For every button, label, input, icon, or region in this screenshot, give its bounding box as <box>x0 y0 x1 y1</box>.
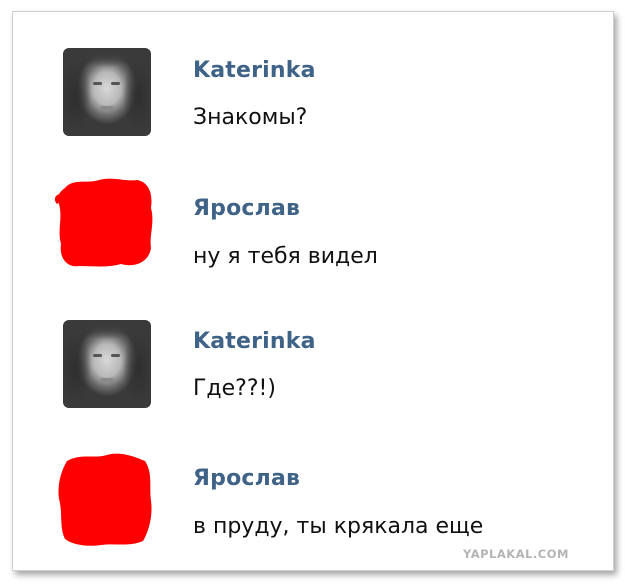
avatar-redacted <box>51 174 155 270</box>
message-author[interactable]: Ярослав <box>193 466 300 491</box>
avatar-photo <box>63 48 151 136</box>
message-text: в пруду, ты крякала еще <box>193 514 484 539</box>
message-author[interactable]: Katerinka <box>193 329 316 354</box>
redaction-scribble <box>54 178 153 267</box>
watermark: YAPLAKAL.COM <box>463 547 569 561</box>
avatar[interactable] <box>63 320 151 408</box>
screenshot-frame: Katerinka Знакомы? Ярослав ну я тебя вид… <box>0 0 625 585</box>
avatar-photo <box>63 320 151 408</box>
message-text: Знакомы? <box>193 105 308 130</box>
message-author[interactable]: Katerinka <box>193 58 316 83</box>
chat-card: Katerinka Знакомы? Ярослав ну я тебя вид… <box>12 11 614 571</box>
redaction-scribble <box>58 453 152 546</box>
message-author[interactable]: Ярослав <box>193 196 300 221</box>
message-text: Где??!) <box>193 376 276 401</box>
avatar-redacted <box>51 451 155 547</box>
message-text: ну я тебя видел <box>193 244 378 269</box>
avatar[interactable] <box>63 48 151 136</box>
